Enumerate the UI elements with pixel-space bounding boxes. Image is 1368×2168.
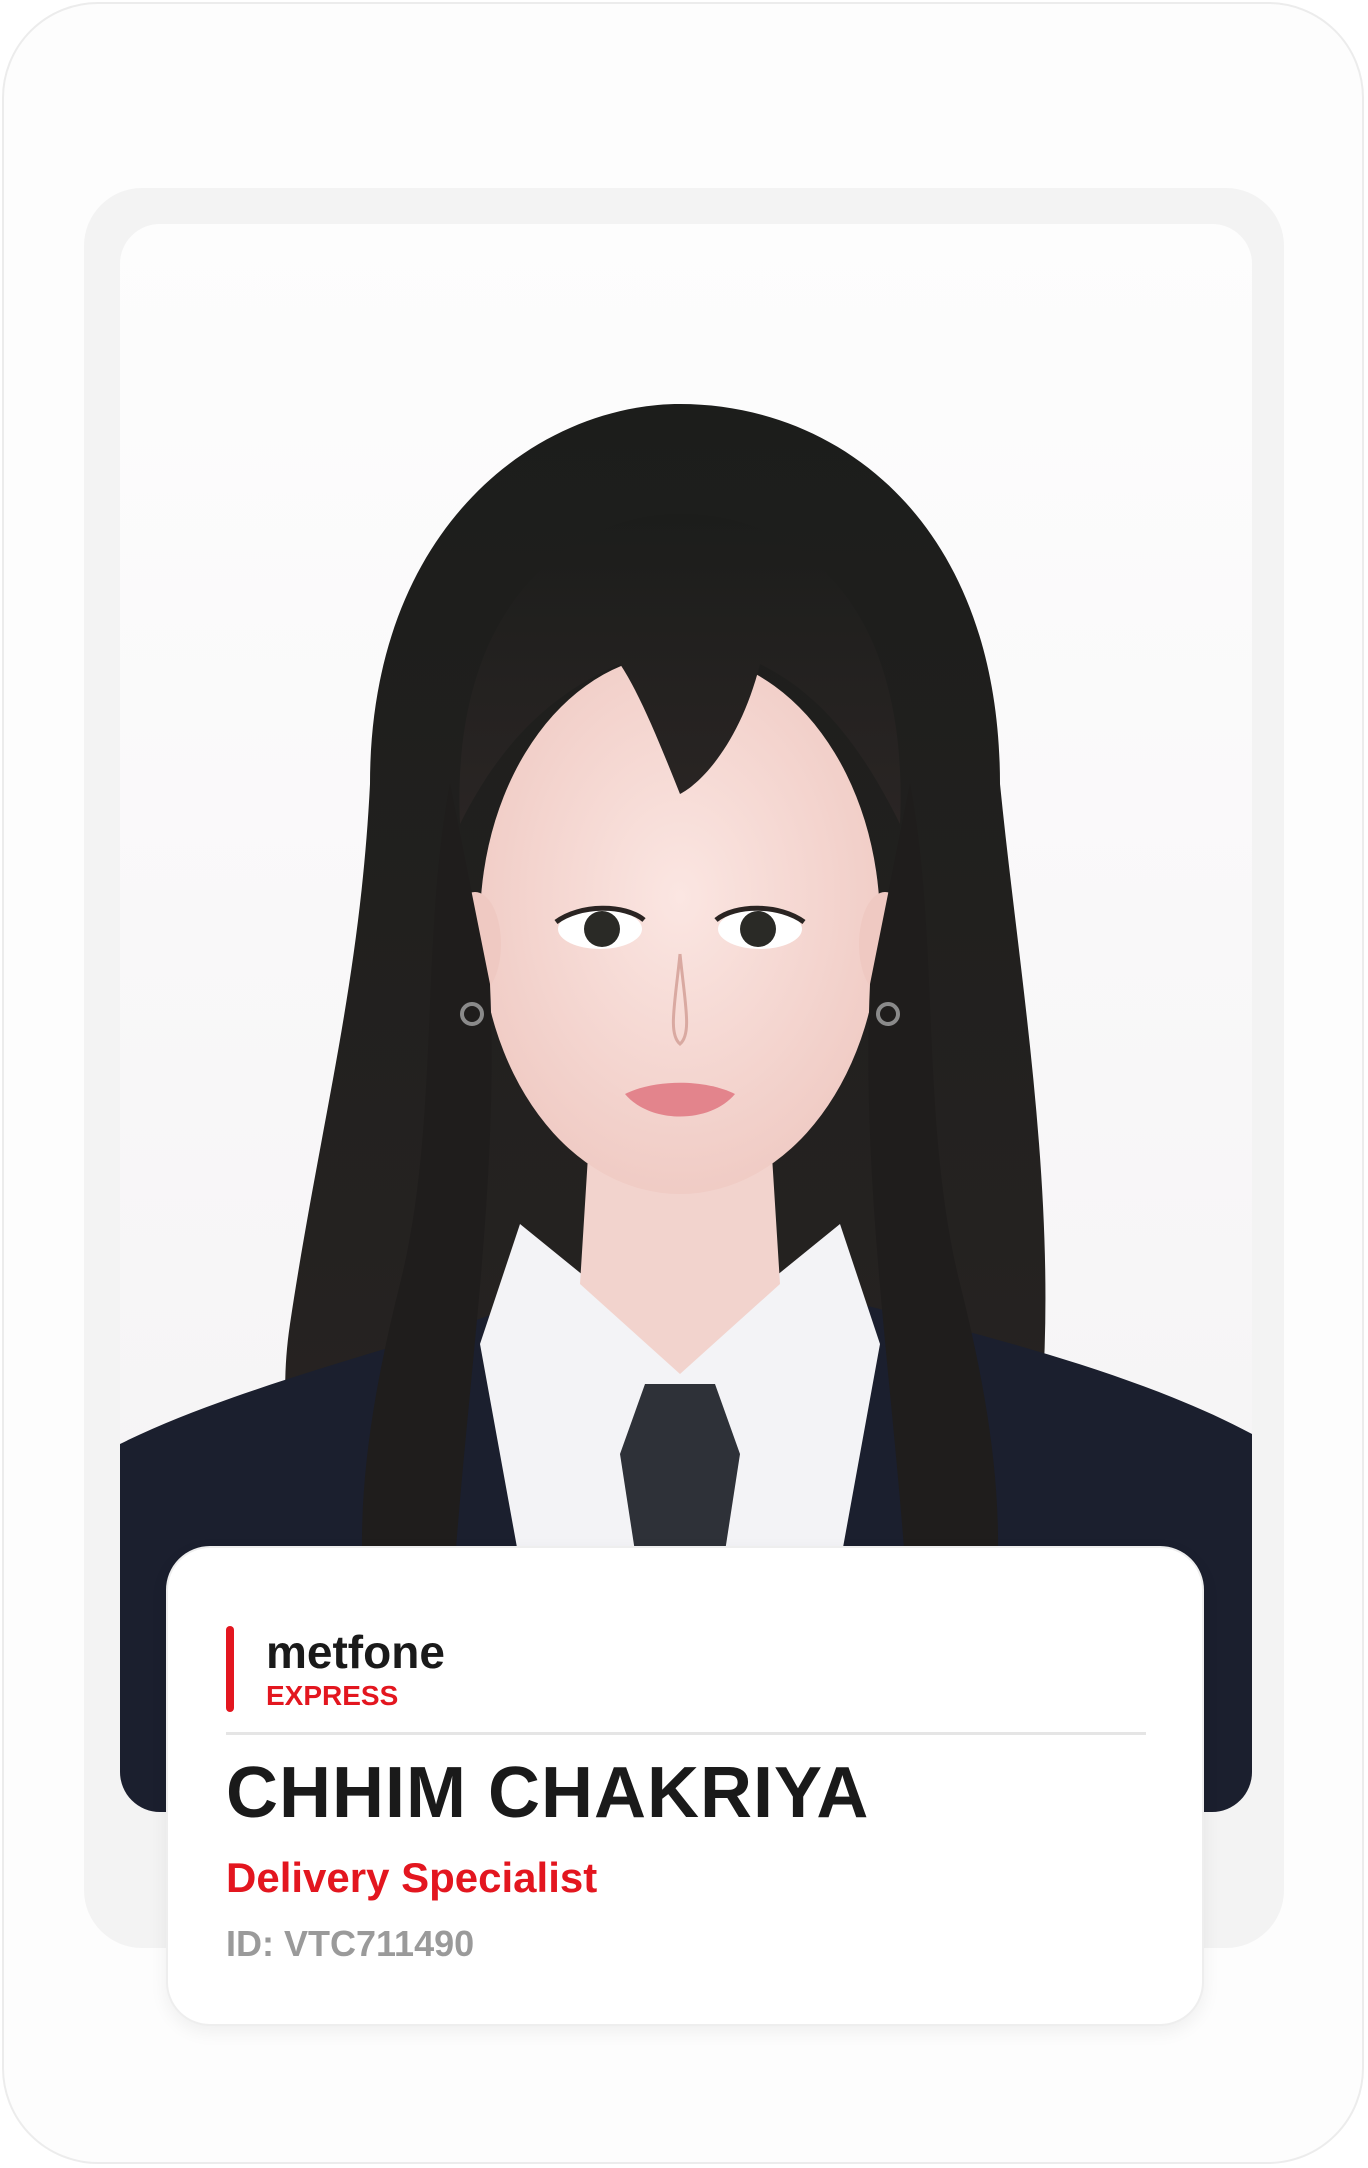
employee-name: CHHIM CHAKRIYA [226, 1753, 870, 1833]
job-title: Delivery Specialist [226, 1854, 598, 1901]
divider [226, 1732, 1146, 1735]
brand-name: metfone [266, 1626, 445, 1678]
employee-info-card: metfone EXPRESS CHHIM CHAKRIYA Delivery … [166, 1546, 1204, 2026]
employee-id: ID: VTC711490 [226, 1923, 475, 1964]
brand-accent-bar [226, 1626, 234, 1712]
brand-subtitle: EXPRESS [266, 1680, 399, 1711]
